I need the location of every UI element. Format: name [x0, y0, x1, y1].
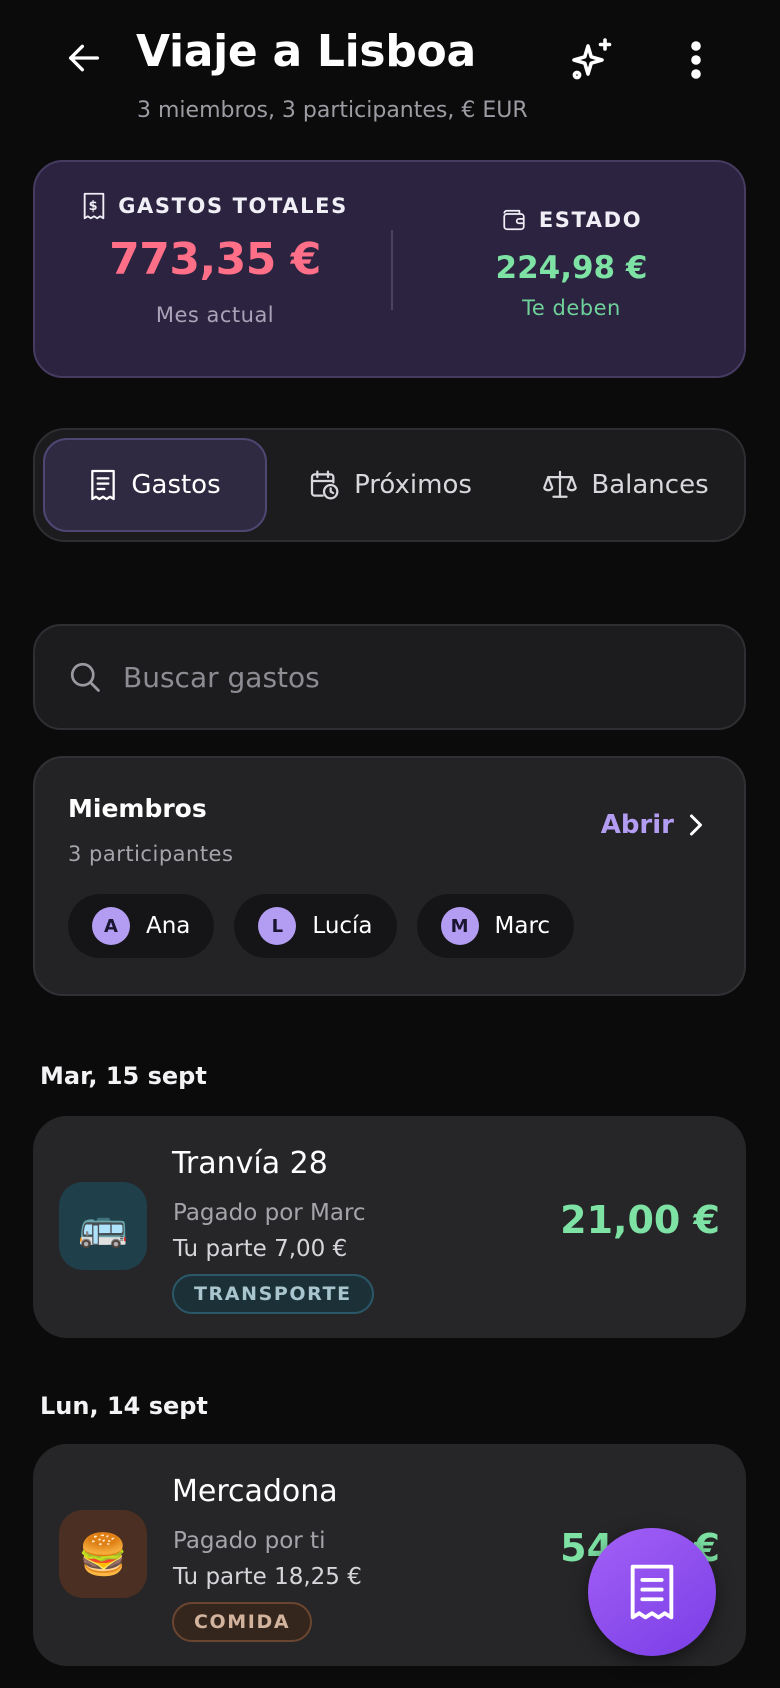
tab-expenses[interactable]: Gastos: [43, 438, 267, 532]
status-caption: Te deben: [522, 296, 621, 320]
total-expenses-header: $ GASTOS TOTALES: [82, 192, 348, 220]
app-screen: Viaje a Lisboa 3 miembros, 3 participant…: [0, 0, 780, 1688]
tab-expenses-label: Gastos: [131, 470, 221, 500]
invoice-dollar-icon: $: [83, 192, 105, 220]
members-title: Miembros: [68, 794, 207, 823]
expense-title: Tranvía 28: [172, 1146, 328, 1181]
ai-assistant-button[interactable]: [562, 30, 622, 90]
expense-item[interactable]: 🚌 Tranvía 28 Pagado por Marc Tu parte 7,…: [33, 1116, 746, 1338]
sparkle-icon: [572, 38, 612, 80]
total-expenses-label: GASTOS TOTALES: [118, 194, 348, 218]
date-header: Lun, 14 sept: [40, 1392, 208, 1420]
members-count: 3 participantes: [68, 842, 234, 866]
status-section: ESTADO 224,98 € Te deben: [395, 162, 748, 376]
burger-icon: 🍔: [59, 1510, 147, 1598]
bus-icon: 🚌: [59, 1182, 147, 1270]
more-vertical-icon: [691, 41, 701, 79]
avatar: L: [258, 907, 297, 945]
total-expenses-section: $ GASTOS TOTALES 773,35 € Mes actual: [35, 162, 395, 376]
calendar-clock-icon: [310, 470, 339, 500]
avatar: M: [440, 907, 479, 945]
search-icon: [70, 662, 100, 692]
member-chips: A Ana L Lucía M Marc: [68, 894, 575, 958]
more-options-button[interactable]: [670, 32, 722, 88]
receipt-icon: [91, 469, 116, 501]
tab-balances-label: Balances: [591, 470, 709, 500]
page-subtitle: 3 miembros, 3 participantes, € EUR: [137, 98, 528, 123]
summary-card: $ GASTOS TOTALES 773,35 € Mes actual EST…: [33, 160, 746, 378]
status-value: 224,98 €: [495, 250, 648, 286]
receipt-icon: [630, 1564, 674, 1620]
tab-upcoming-label: Próximos: [354, 470, 472, 500]
page-title: Viaje a Lisboa: [136, 26, 476, 77]
expense-paid-by: Pagado por Marc: [173, 1200, 366, 1226]
search-bar: [33, 624, 746, 730]
expense-your-share: Tu parte 7,00 €: [173, 1236, 348, 1262]
search-input[interactable]: [121, 659, 744, 695]
category-badge: TRANSPORTE: [172, 1274, 374, 1314]
add-expense-button[interactable]: [588, 1528, 716, 1656]
tab-upcoming[interactable]: Próximos: [275, 438, 505, 532]
category-badge: COMIDA: [172, 1602, 313, 1642]
expense-paid-by: Pagado por ti: [173, 1528, 326, 1554]
total-expenses-value: 773,35 €: [109, 234, 321, 285]
member-name: Marc: [494, 913, 551, 939]
top-bar: Viaje a Lisboa 3 miembros, 3 participant…: [0, 0, 780, 150]
date-header: Mar, 15 sept: [40, 1062, 207, 1090]
arrow-left-icon: [69, 44, 100, 72]
svg-text:$: $: [89, 199, 100, 214]
member-name: Ana: [146, 913, 191, 939]
chevron-right-icon: [690, 814, 702, 836]
member-chip-ana[interactable]: A Ana: [68, 894, 215, 958]
status-label: ESTADO: [538, 208, 643, 232]
expense-your-share: Tu parte 18,25 €: [173, 1564, 362, 1590]
back-button[interactable]: [56, 30, 112, 86]
scale-icon: [543, 470, 578, 498]
open-members-button[interactable]: Abrir: [601, 810, 704, 840]
member-name: Lucía: [312, 913, 373, 939]
member-chip-lucia[interactable]: L Lucía: [234, 894, 397, 958]
tab-balances[interactable]: Balances: [513, 438, 739, 532]
status-header: ESTADO: [501, 208, 642, 232]
wallet-icon: [503, 209, 525, 231]
member-chip-marc[interactable]: M Marc: [416, 894, 575, 958]
total-expenses-period: Mes actual: [155, 303, 275, 327]
members-card: Miembros 3 participantes Abrir A Ana L L…: [33, 756, 746, 996]
summary-divider: [391, 230, 393, 310]
expense-title: Mercadona: [172, 1474, 338, 1509]
view-tabs: Gastos Próximos Balances: [33, 428, 746, 542]
open-members-label: Abrir: [600, 810, 674, 840]
expense-amount: 21,00 €: [560, 1198, 720, 1242]
avatar: A: [92, 907, 130, 945]
